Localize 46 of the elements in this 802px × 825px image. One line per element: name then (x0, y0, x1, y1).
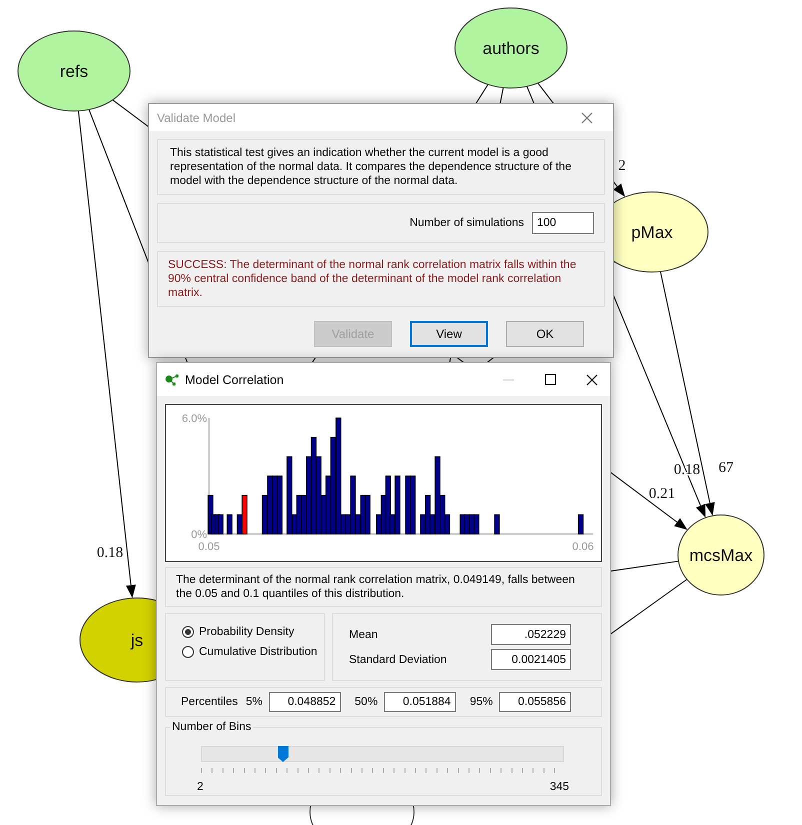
axis-tick-label: 0.05 (198, 541, 220, 553)
window-title: Model Correlation (185, 372, 285, 386)
histogram-bar (494, 514, 500, 534)
percentile-label: 95% (470, 696, 493, 708)
percentile-field[interactable]: 0.051884 (384, 692, 456, 712)
radio-option[interactable]: Cumulative Distribution (182, 646, 324, 658)
axis-tick-label: 0.06 (572, 541, 594, 553)
slider-thumb[interactable] (278, 746, 288, 762)
result-message: SUCCESS: The determinant of the normal rank correlation matrix falls within the 90% central confidence band of the determinant of the model rank correlation matrix. (157, 251, 605, 307)
radio-icon[interactable] (182, 646, 194, 658)
node-label: mcsMax (689, 546, 753, 565)
node-label: authors (482, 39, 540, 58)
dialog-button[interactable]: OK (506, 321, 584, 347)
slider-max-label: 345 (550, 781, 569, 793)
group-label: Number of Bins (170, 721, 254, 733)
stat-field[interactable]: .052229 (491, 624, 571, 645)
stat-label: Mean (349, 628, 379, 640)
stat-label: Standard Deviation (349, 654, 448, 666)
slider-track[interactable] (201, 746, 564, 762)
edge-label: 0.18 (96, 545, 124, 561)
simulations-field[interactable]: 100 (532, 212, 594, 234)
edge-label: 0.21 (648, 486, 676, 502)
edge-label: 2 (618, 158, 626, 174)
result-message: The determinant of the normal rank correlation matrix, 0.049149, falls between the 0.05 and 0.1 quantiles of this distribution. (165, 567, 602, 607)
percentile-field[interactable]: 0.055856 (498, 692, 571, 712)
dialog-button[interactable]: View (410, 321, 488, 347)
percentiles-label: Percentiles (181, 696, 238, 708)
node-label: js (130, 631, 144, 650)
axis-tick-label: 6.0% (182, 413, 207, 425)
stat-field[interactable]: 0.0021405 (491, 649, 571, 670)
node-label: pMax (631, 223, 673, 242)
percentile-field[interactable]: 0.048852 (268, 692, 341, 712)
window-title: Validate Model (157, 110, 236, 124)
radio-icon[interactable] (182, 626, 194, 638)
app-icon (165, 374, 179, 386)
simulations-label: Number of simulations (410, 217, 524, 229)
percentile-label: 5% (246, 696, 263, 708)
histogram-bar (226, 514, 232, 534)
edge-label: 67 (718, 460, 734, 476)
radio-option[interactable]: Probability Density (182, 626, 324, 638)
slider-min-label: 2 (197, 781, 204, 793)
description-text: This statistical test gives an indication whether the current model is a good representation of the normal data. It compares the dependence structure of the model with the dependence structure of the normal data. (157, 139, 605, 195)
percentile-label: 50% (354, 696, 378, 708)
node-label: refs (60, 62, 88, 81)
axis-tick-label: 0% (191, 529, 207, 541)
histogram-bar (578, 514, 584, 534)
